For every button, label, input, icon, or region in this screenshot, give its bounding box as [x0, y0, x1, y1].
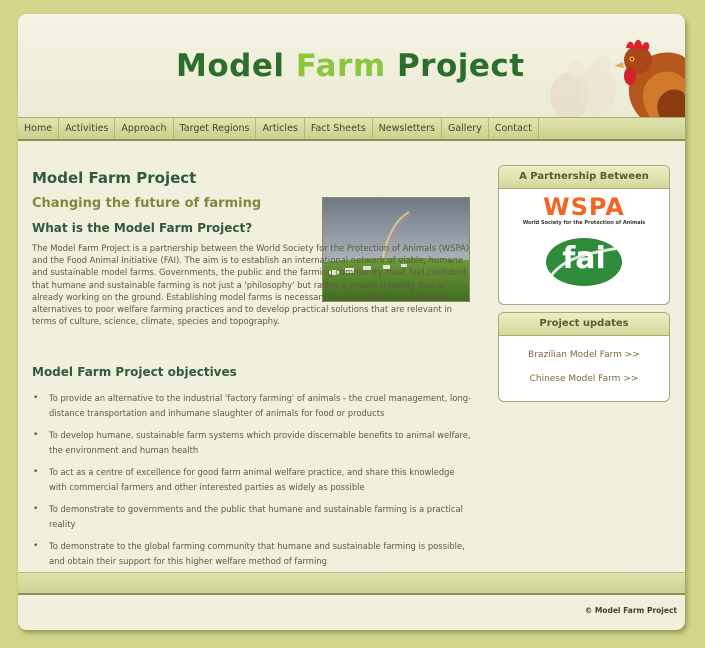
objective-item: To demonstrate to governments and the pu… [32, 502, 472, 532]
partnership-heading: A Partnership Between [499, 166, 669, 189]
footer-copyright: © Model Farm Project [584, 606, 677, 615]
main-nav: Home Activities Approach Target Regions … [18, 117, 685, 141]
partnership-box: A Partnership Between WSPA World Society… [498, 165, 670, 305]
wspa-logo-text: WSPA [543, 193, 625, 221]
footer-band [18, 572, 685, 595]
fai-logo-text: fai [562, 241, 606, 276]
objectives-heading: Model Farm Project objectives [32, 365, 237, 379]
page-subtitle: Changing the future of farming [32, 196, 262, 211]
nav-gallery[interactable]: Gallery [442, 118, 489, 139]
wspa-logo[interactable]: WSPA World Society for the Protection of… [499, 195, 669, 226]
nav-target-regions[interactable]: Target Regions [174, 118, 257, 139]
objective-item: To demonstrate to the global farming com… [32, 539, 472, 569]
intro-paragraph: The Model Farm Project is a partnership … [32, 243, 469, 327]
site-header: Model Farm Project [18, 14, 685, 118]
objective-item: To provide an alternative to the industr… [32, 391, 472, 421]
what-is-heading: What is the Model Farm Project? [32, 221, 253, 235]
fai-logo[interactable]: fai [545, 236, 623, 288]
project-updates-box: Project updates Brazilian Model Farm >> … [498, 312, 670, 402]
logo-text-model: Model [176, 48, 296, 84]
nav-articles[interactable]: Articles [256, 118, 305, 139]
objectives-list: To provide an alternative to the industr… [32, 391, 472, 576]
objective-item: To act as a centre of excellence for goo… [32, 465, 472, 495]
wspa-tagline: World Society for the Protection of Anim… [522, 220, 646, 226]
logo-text-farm: Farm [295, 48, 386, 84]
nav-newsletters[interactable]: Newsletters [373, 118, 442, 139]
objective-item: To develop humane, sustainable farm syst… [32, 428, 472, 458]
page-title: Model Farm Project [32, 169, 197, 187]
hens-illustration [550, 39, 685, 117]
nav-approach[interactable]: Approach [115, 118, 174, 139]
update-link-china[interactable]: Chinese Model Farm >> [499, 374, 669, 384]
logo-text-project: Project [385, 48, 525, 84]
project-updates-heading: Project updates [499, 313, 669, 336]
page-container: Model Farm Project Home Activities Appro… [18, 14, 685, 630]
nav-activities[interactable]: Activities [59, 118, 116, 139]
nav-home[interactable]: Home [18, 118, 60, 139]
nav-contact[interactable]: Contact [489, 118, 539, 139]
nav-fact-sheets[interactable]: Fact Sheets [305, 118, 373, 139]
site-logo[interactable]: Model Farm Project [176, 48, 525, 84]
update-link-brazil[interactable]: Brazilian Model Farm >> [499, 350, 669, 360]
